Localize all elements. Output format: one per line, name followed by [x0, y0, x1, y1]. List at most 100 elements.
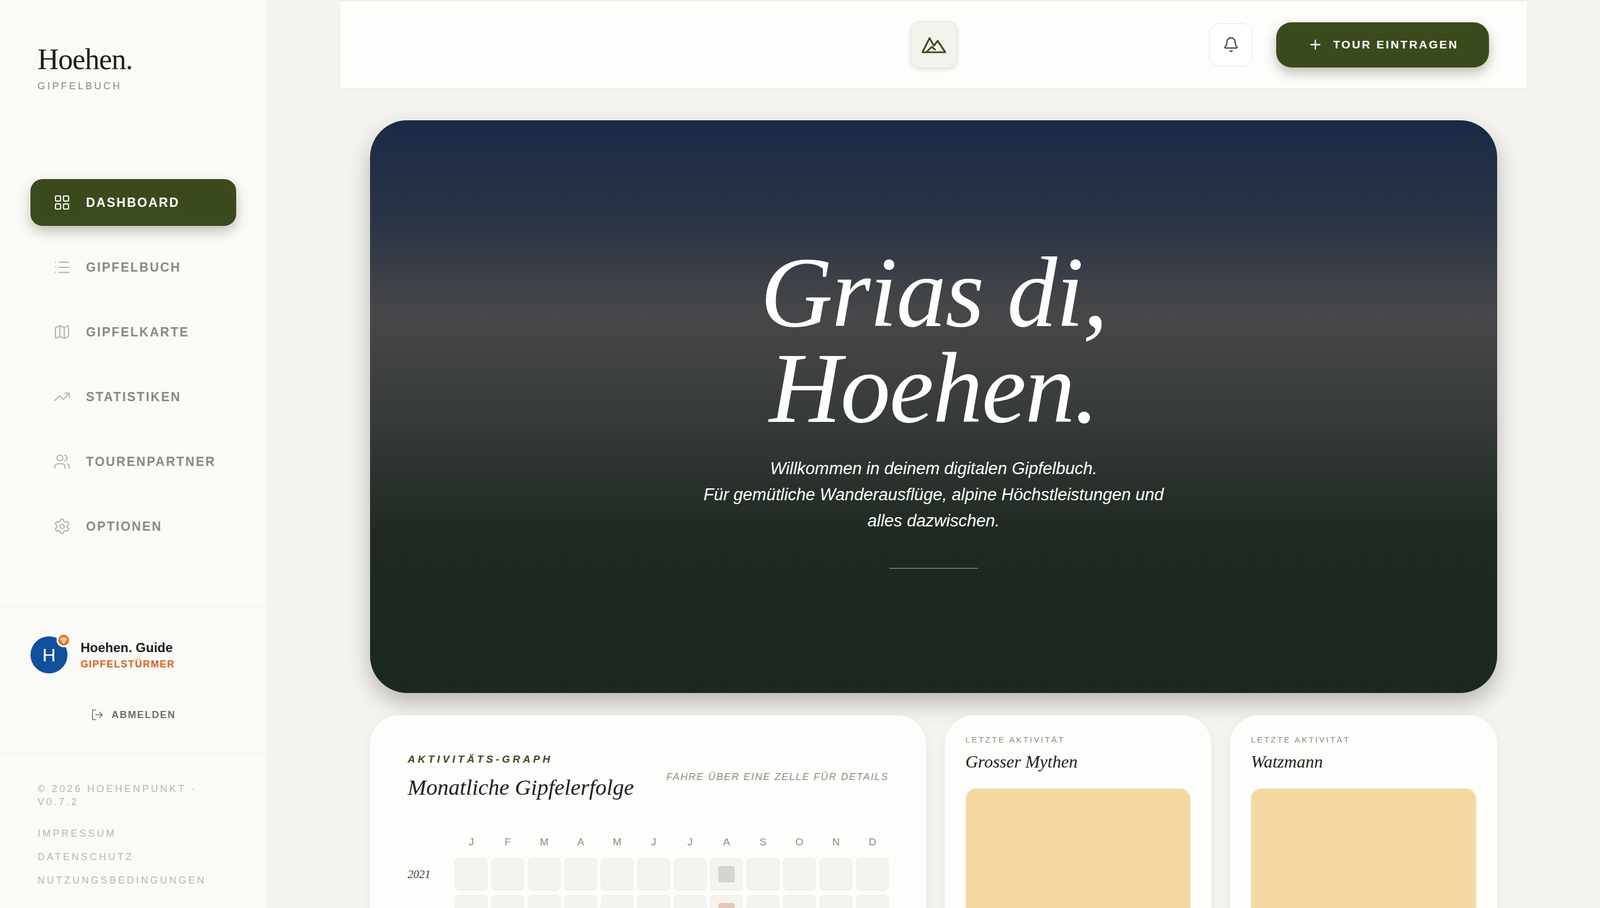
heatmap-cell[interactable]	[673, 894, 707, 908]
card-eyebrow: LETZTE AKTIVITÄT	[965, 734, 1191, 744]
heatmap-mark	[718, 902, 735, 908]
home-button[interactable]	[910, 21, 958, 69]
sidebar-item[interactable]: OPTIONEN	[30, 502, 237, 550]
card-title: Monatliche Gipfelerfolge	[407, 773, 635, 800]
month-label: F	[491, 835, 525, 854]
nav-icon	[53, 323, 71, 341]
cards-row: AKTIVITÄTS-GRAPH Monatliche Gipfelerfolge…	[370, 715, 1498, 908]
nav-icon	[53, 258, 71, 276]
sidebar-item-label: OPTIONEN	[85, 519, 163, 534]
footer-link[interactable]: IMPRESSUM	[37, 827, 230, 840]
month-label: M	[527, 835, 561, 854]
recent-title: Watzmann	[1250, 751, 1477, 772]
sidebar-item-label: GIPFELBUCH	[85, 260, 182, 275]
heatmap-cell[interactable]	[527, 857, 561, 891]
user-row[interactable]: H Hoehen. Guide GIPFELSTÜRMER	[30, 636, 237, 674]
month-label: O	[783, 835, 816, 854]
month-label: J	[637, 835, 670, 854]
logout-button[interactable]: ABMELDEN	[30, 708, 237, 722]
mountain-icon	[920, 33, 947, 56]
sidebar-item[interactable]: DASHBOARD	[30, 179, 237, 226]
sidebar-item-label: GIPFELKARTE	[85, 324, 190, 340]
user-rank: GIPFELSTÜRMER	[80, 658, 176, 670]
add-tour-button[interactable]: TOUR EINTRAGEN	[1276, 22, 1489, 68]
brand-tagline: GIPFELBUCH	[37, 80, 230, 92]
hero-text-line: alles dazwischen.	[703, 507, 1165, 534]
user-name: Hoehen. Guide	[80, 640, 176, 656]
sidebar-item[interactable]: GIPFELKARTE	[30, 308, 237, 356]
recent-activity-card[interactable]: LETZTE AKTIVITÄTGrosser Mythen	[944, 715, 1212, 908]
nav-icon	[53, 452, 71, 471]
heatmap-cell[interactable]	[527, 894, 561, 908]
heatmap-cell[interactable]	[856, 894, 889, 908]
hero-text: Willkommen in deinem digitalen Gipfelbuc…	[703, 455, 1165, 534]
month-label: A	[710, 835, 743, 854]
card-eyebrow: LETZTE AKTIVITÄT	[1250, 734, 1477, 744]
nav-icon	[53, 388, 71, 406]
route-map	[965, 788, 1191, 908]
logout-icon	[90, 708, 104, 722]
gem-icon	[60, 636, 67, 644]
nav-icon	[53, 193, 71, 212]
heatmap-cell[interactable]	[454, 894, 488, 908]
heatmap-cell[interactable]	[819, 894, 853, 908]
hero-title-line: Grias di,	[760, 244, 1107, 341]
sidebar-item[interactable]: TOURENPARTNER	[30, 438, 237, 485]
content: Grias di,Hoehen. Willkommen in deinem dig…	[340, 88, 1527, 908]
heatmap-cell[interactable]	[637, 857, 670, 891]
month-label: D	[856, 835, 889, 854]
sidebar-footer: © 2026 HOEHENPUNKT · V0.7.2 IMPRESSUM DATE…	[0, 751, 267, 908]
card-eyebrow: AKTIVITÄTS-GRAPH	[407, 753, 635, 766]
heatmap-cell[interactable]	[491, 857, 525, 891]
sidebar-item-label: TOURENPARTNER	[85, 454, 217, 470]
brand-name: Hoehen.	[37, 42, 230, 77]
heatmap-cell[interactable]	[819, 857, 853, 891]
avatar-wrap: H	[30, 636, 68, 674]
nav-icon	[53, 517, 71, 535]
route-map	[1250, 788, 1477, 908]
main: TOUR EINTRAGEN Grias di,Hoehen. Willkommen…	[267, 0, 1600, 908]
hero-text-line: Für gemütliche Wanderausflüge, alpine Hö…	[703, 481, 1165, 508]
sidebar-item-label: STATISTIKEN	[85, 389, 182, 405]
sidebar-nav: DASHBOARD GIPFELBUCH GIPFELKARTE STATISTIKE…	[0, 179, 267, 550]
footer-link[interactable]: DATENSCHUTZ	[37, 851, 230, 863]
sidebar-item-label: DASHBOARD	[85, 195, 180, 211]
sidebar-item[interactable]: STATISTIKEN	[30, 373, 237, 421]
hero-title: Grias di,Hoehen.	[760, 244, 1107, 436]
card-head: AKTIVITÄTS-GRAPH Monatliche Gipfelerfolge…	[407, 753, 889, 800]
top-bar: TOUR EINTRAGEN	[340, 0, 1527, 89]
app: Hoehen. GIPFELBUCH DASHBOARD GIPFELBUCH GIPF…	[0, 0, 1600, 908]
heatmap-cell[interactable]	[783, 857, 816, 891]
recent-activity-card[interactable]: LETZTE AKTIVITÄT Watzmann	[1229, 715, 1498, 908]
activity-card: AKTIVITÄTS-GRAPH Monatliche Gipfelerfolge…	[370, 715, 927, 908]
year-label: 2021	[407, 867, 452, 882]
hero-title-line: Hoehen.	[760, 340, 1107, 436]
heatmap-cell[interactable]	[454, 857, 488, 891]
heatmap-cell[interactable]	[600, 894, 634, 908]
heatmap-cell[interactable]	[491, 894, 525, 908]
hero: Grias di,Hoehen. Willkommen in deinem dig…	[370, 120, 1498, 693]
heatmap-cell[interactable]	[856, 857, 889, 891]
month-label: J	[673, 835, 707, 854]
heatmap-cell[interactable]	[710, 857, 743, 891]
heatmap-mark	[718, 865, 735, 883]
heatmap-cell[interactable]	[600, 857, 634, 891]
month-label: A	[564, 835, 598, 854]
month-label: J	[454, 835, 488, 854]
heatmap-cell[interactable]	[783, 894, 816, 908]
heatmap-cell[interactable]	[637, 894, 670, 908]
heatmap-cell[interactable]	[564, 857, 598, 891]
heatmap-cell[interactable]	[746, 857, 780, 891]
sidebar: Hoehen. GIPFELBUCH DASHBOARD GIPFELBUCH GIPF…	[0, 0, 268, 908]
copyright: © 2026 HOEHENPUNKT · V0.7.2	[37, 782, 230, 809]
heatmap-cell[interactable]	[673, 857, 707, 891]
heatmap-cell[interactable]	[564, 894, 598, 908]
user-section: H Hoehen. Guide GIPFELSTÜRMER ABMELDEN	[0, 606, 267, 752]
footer-link[interactable]: NUTZUNGSBEDINGUNGEN	[37, 874, 230, 886]
sidebar-item[interactable]: GIPFELBUCH	[30, 243, 237, 291]
heatmap-cell[interactable]	[710, 894, 743, 908]
plus-icon	[1307, 37, 1323, 53]
heatmap-cell[interactable]	[746, 894, 780, 908]
hero-text-line: Willkommen in deinem digitalen Gipfelbuc…	[703, 455, 1165, 482]
notifications-button[interactable]	[1209, 23, 1253, 67]
